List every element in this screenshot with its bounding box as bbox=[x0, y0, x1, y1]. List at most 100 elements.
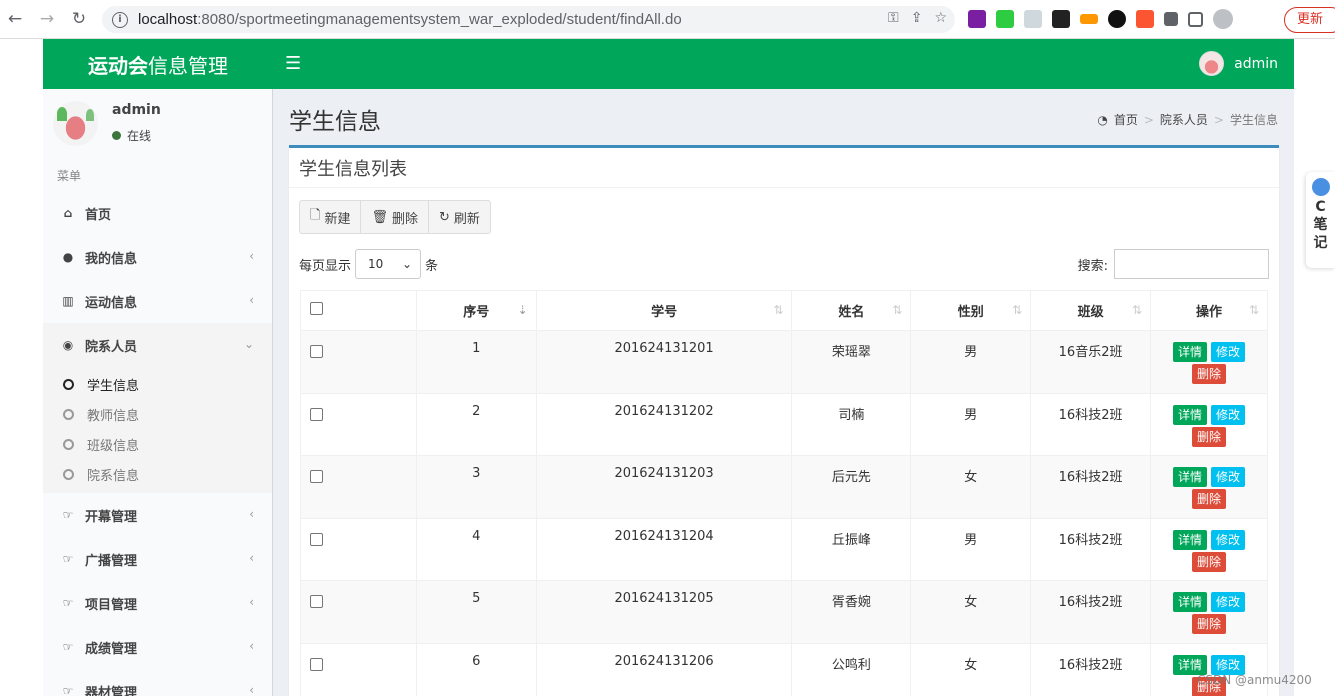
subitem-label: 班级信息 bbox=[87, 438, 140, 454]
extension-dark-icon[interactable] bbox=[1052, 10, 1070, 28]
share-icon[interactable]: ⇪ bbox=[911, 10, 923, 26]
profile-icon[interactable] bbox=[1213, 9, 1233, 29]
chevron-left-icon: ‹ bbox=[249, 249, 254, 263]
extension-image-icon[interactable] bbox=[1024, 10, 1042, 28]
extension-c-icon[interactable] bbox=[1136, 10, 1154, 28]
url-path: :8080/sportmeetingmanagementsystem_war_e… bbox=[197, 11, 682, 28]
edit-button[interactable]: 修改 bbox=[1211, 342, 1246, 362]
sidebar-item-projects[interactable]: ☞ 项目管理 ‹ bbox=[43, 581, 272, 625]
detail-button[interactable]: 详情 bbox=[1172, 467, 1207, 487]
row-checkbox[interactable] bbox=[310, 657, 323, 671]
sidebar-subitem-classes[interactable]: 班级信息 bbox=[43, 429, 272, 459]
sidebar-item-home[interactable]: ⌂ 首页 bbox=[43, 191, 272, 235]
site-info-icon[interactable]: i bbox=[112, 11, 128, 28]
cell-gender: 女 bbox=[910, 455, 1032, 519]
address-bar[interactable]: i localhost:8080/sportmeetingmanagements… bbox=[102, 6, 955, 33]
select-all-cell bbox=[300, 290, 417, 331]
row-checkbox[interactable] bbox=[310, 407, 323, 421]
app-container: 运动会 信息管理 ☰ admin admin 在线 菜单 ⌂ 首页 ● 我的信息 ‹ ▥… bbox=[43, 39, 1294, 696]
sidebar-item-opening[interactable]: ☞ 开幕管理 ‹ bbox=[43, 493, 272, 537]
chevron-left-icon: ‹ bbox=[249, 551, 254, 565]
edit-button[interactable]: 修改 bbox=[1211, 529, 1246, 550]
search-input[interactable] bbox=[1114, 249, 1269, 279]
sidebar-toggle-icon[interactable]: ☰ bbox=[285, 53, 301, 74]
column-header-name[interactable]: 姓名 ⇅ bbox=[791, 290, 912, 331]
sidebar-item-scores[interactable]: ☞ 成绩管理 ‹ bbox=[43, 625, 272, 669]
row-checkbox[interactable] bbox=[310, 470, 323, 483]
note-widget[interactable]: C 笔 记 bbox=[1306, 172, 1335, 268]
select-all-checkbox[interactable] bbox=[310, 302, 323, 315]
sidebar-item-label: 我的信息 bbox=[85, 251, 138, 267]
extension-chat-icon[interactable] bbox=[996, 10, 1014, 28]
breadcrumb-home[interactable]: 首页 bbox=[1114, 111, 1138, 128]
cell-class: 16音乐2班 bbox=[1030, 330, 1151, 394]
extension-vip-icon[interactable] bbox=[1080, 14, 1098, 24]
row-delete-button[interactable]: 删除 bbox=[1191, 551, 1226, 572]
side-panel-icon[interactable] bbox=[1188, 11, 1203, 27]
column-header-actions[interactable]: 操作 ⇅ bbox=[1150, 290, 1268, 331]
sidebar-item-sport-info[interactable]: ▥ 运动信息 ‹ bbox=[43, 279, 272, 323]
student-table: 序号 ⇣ 学号 ⇅ 姓名 ⇅ 性别 ⇅ 班级 ⇅ 操作 ⇅ 1 201624131201 荣瑶翠… bbox=[300, 290, 1268, 696]
detail-button[interactable]: 详情 bbox=[1172, 404, 1207, 425]
sidebar-item-broadcast[interactable]: ☞ 广播管理 ‹ bbox=[43, 537, 272, 581]
cell-no: 4 bbox=[415, 517, 537, 581]
row-checkbox[interactable] bbox=[310, 595, 323, 608]
extension-rp-icon[interactable] bbox=[968, 10, 986, 28]
page-length-select[interactable]: 10 ⌄ bbox=[355, 249, 422, 279]
column-header-no[interactable]: 序号 ⇣ bbox=[415, 290, 537, 331]
key-icon[interactable]: ⚿ bbox=[888, 10, 899, 26]
table-header-row: 序号 ⇣ 学号 ⇅ 姓名 ⇅ 性别 ⇅ 班级 ⇅ 操作 ⇅ bbox=[300, 290, 1268, 331]
row-delete-button[interactable]: 删除 bbox=[1191, 614, 1226, 634]
table-row: 2 201624131202 司楠男 16科技2班 详情 修改 删除 bbox=[300, 392, 1268, 456]
row-checkbox[interactable] bbox=[310, 532, 323, 546]
edit-button[interactable]: 修改 bbox=[1211, 467, 1246, 487]
logo[interactable]: 运动会 信息管理 bbox=[43, 39, 273, 89]
sidebar-subitem-students[interactable]: 学生信息 bbox=[43, 369, 272, 399]
star-icon[interactable]: ☆ bbox=[934, 10, 947, 26]
sidebar-subitem-departments[interactable]: 院系信息 bbox=[43, 459, 272, 489]
detail-button[interactable]: 详情 bbox=[1172, 654, 1207, 675]
search-label: 搜索: bbox=[1077, 258, 1108, 274]
user-menu[interactable]: admin bbox=[1199, 51, 1278, 76]
table-row: 6 201624131206 公鸣利女 16科技2班 详情 修改 删除 bbox=[300, 642, 1268, 696]
row-select-cell bbox=[300, 455, 417, 519]
back-icon[interactable]: ← bbox=[2, 6, 28, 32]
row-delete-button[interactable]: 删除 bbox=[1191, 489, 1226, 509]
row-delete-button[interactable]: 删除 bbox=[1191, 364, 1226, 384]
edit-button[interactable]: 修改 bbox=[1211, 592, 1246, 612]
sidebar-item-my-info[interactable]: ● 我的信息 ‹ bbox=[43, 235, 272, 279]
puzzle-icon[interactable] bbox=[1164, 12, 1178, 26]
home-icon: ⌂ bbox=[63, 206, 73, 220]
sidebar-subitem-teachers[interactable]: 教师信息 bbox=[43, 399, 272, 429]
sort-icon: ⇅ bbox=[773, 303, 784, 317]
sidebar-item-label: 运动信息 bbox=[85, 295, 138, 311]
file-icon: 🗋 bbox=[310, 208, 321, 223]
sidebar-item-department-staff[interactable]: ◉ 院系人员 ⌄ bbox=[43, 323, 272, 367]
cell-actions: 详情 修改 删除 bbox=[1150, 330, 1268, 394]
watermark: CSDN @anmu4200 bbox=[1197, 673, 1312, 687]
detail-button[interactable]: 详情 bbox=[1172, 342, 1207, 362]
detail-button[interactable]: 详情 bbox=[1172, 592, 1207, 612]
row-checkbox[interactable] bbox=[310, 345, 323, 358]
cell-class: 16科技2班 bbox=[1030, 517, 1151, 581]
subitem-label: 学生信息 bbox=[87, 378, 140, 394]
new-button[interactable]: 🗋 新建 bbox=[300, 201, 362, 233]
cell-gender: 女 bbox=[910, 642, 1032, 696]
sidebar-item-equipment[interactable]: ☞ 器材管理 ‹ bbox=[43, 669, 272, 696]
breadcrumb-department[interactable]: 院系人员 bbox=[1160, 111, 1208, 128]
forward-icon[interactable]: → bbox=[34, 6, 60, 32]
column-header-gender[interactable]: 性别 ⇅ bbox=[910, 290, 1032, 331]
column-header-student-id[interactable]: 学号 ⇅ bbox=[535, 290, 793, 331]
detail-button[interactable]: 详情 bbox=[1172, 529, 1207, 550]
refresh-button[interactable]: ↻ 刷新 bbox=[429, 201, 490, 233]
delete-button[interactable]: 🗑 删除 bbox=[361, 201, 429, 233]
chevron-left-icon: ‹ bbox=[249, 639, 254, 653]
extension-infinity-icon[interactable] bbox=[1108, 10, 1126, 28]
column-header-class[interactable]: 班级 ⇅ bbox=[1030, 290, 1151, 331]
update-button[interactable]: 更新 bbox=[1284, 7, 1335, 33]
row-delete-button[interactable]: 删除 bbox=[1191, 426, 1226, 447]
edit-button[interactable]: 修改 bbox=[1211, 404, 1246, 425]
edit-button[interactable]: 修改 bbox=[1211, 654, 1246, 675]
cell-name: 后元先 bbox=[791, 455, 912, 519]
reload-icon[interactable]: ↻ bbox=[66, 6, 92, 32]
